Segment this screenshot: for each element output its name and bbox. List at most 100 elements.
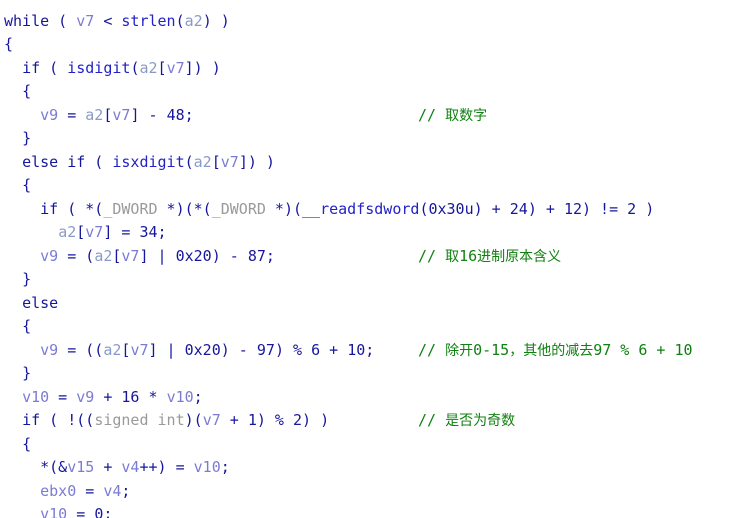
pseudocode-code-area[interactable]: while ( v7 < strlen(a2) ){ if ( isdigit(… xyxy=(0,0,740,518)
code-token-punct: = (( xyxy=(58,340,104,359)
code-line[interactable]: v10 = 0; xyxy=(0,503,740,518)
code-token-num: 10 xyxy=(347,340,366,359)
code-line-text: } xyxy=(4,129,31,147)
code-token-var: v7 xyxy=(202,411,221,429)
code-token-var: ebx0 xyxy=(40,481,77,500)
code-line-text: while ( v7 < strlen(a2) ) xyxy=(4,12,230,30)
code-token-var: v7 xyxy=(130,340,149,359)
code-line[interactable]: else xyxy=(0,292,740,316)
code-token-arg: a2 xyxy=(184,11,203,30)
code-line[interactable]: { xyxy=(0,433,740,457)
code-token-punct: } xyxy=(22,364,32,382)
code-token-num: 2 xyxy=(627,199,637,218)
code-token-num: 0 xyxy=(94,505,104,518)
code-line[interactable]: } xyxy=(0,268,740,292)
code-token-kw: else xyxy=(22,293,59,312)
code-token-punct: } xyxy=(22,270,32,288)
code-line-text: { xyxy=(4,35,13,53)
comment-cjk-run: 取 xyxy=(445,248,460,265)
code-token-op: ) - xyxy=(220,340,257,359)
code-token-arg: a2 xyxy=(85,105,104,124)
code-line-text: v10 = 0; xyxy=(4,505,112,518)
code-line-text: { xyxy=(4,82,31,100)
code-line[interactable]: v10 = v9 + 16 * v10; xyxy=(0,386,740,410)
code-line-text: else if ( isxdigit(a2[v7]) ) xyxy=(4,153,275,171)
code-token-punct: [ xyxy=(76,223,86,241)
comment-cjk-run: 是否为奇数 xyxy=(445,413,516,429)
code-line[interactable]: } xyxy=(0,362,740,386)
code-token-op: + xyxy=(320,340,348,359)
code-comment: // 除开0-15，其他的减去97 % 6 + 10 xyxy=(418,341,693,359)
comment-ascii-run: // xyxy=(418,246,446,265)
code-comment: // 是否为奇数 xyxy=(418,411,515,429)
code-token-kw: if xyxy=(40,199,59,218)
comment-ascii-run: // xyxy=(418,340,446,359)
comment-cjk-run: 取数字 xyxy=(445,107,488,124)
code-token-var: v10 xyxy=(40,505,68,518)
code-line-text: { xyxy=(4,317,31,335)
code-token-num: 0x20 xyxy=(184,340,221,359)
code-token-var: v9 xyxy=(40,105,59,124)
code-token-punct: )( xyxy=(184,411,203,429)
code-line[interactable]: v9 = a2[v7] - 48; // 取数字 xyxy=(0,104,740,128)
code-token-op: = xyxy=(67,505,95,518)
code-token-punct: ( xyxy=(85,152,113,171)
comment-cjk-run: 除开 xyxy=(445,342,474,359)
code-token-punct: { xyxy=(4,35,14,53)
comment-ascii-run: 16 xyxy=(459,246,478,265)
code-line[interactable]: { xyxy=(0,80,740,104)
code-line[interactable]: while ( v7 < strlen(a2) ) xyxy=(0,10,740,34)
code-line-text: v9 = ((a2[v7] | 0x20) - 97) % 6 + 10; xyxy=(4,341,374,359)
code-token-var: v7 xyxy=(220,152,239,171)
code-token-var: v10 xyxy=(193,458,221,476)
code-line[interactable]: ebx0 = v4; xyxy=(0,480,740,504)
code-token-num: 0x20 xyxy=(175,246,212,265)
code-token-var: v9 xyxy=(76,387,95,406)
code-token-op: ) % xyxy=(274,340,312,359)
code-line[interactable]: *(&v15 + v4++) = v10; xyxy=(0,456,740,480)
code-line[interactable]: v9 = (a2[v7] | 0x20) - 87; // 取16进制原本含义 xyxy=(0,245,740,269)
code-line[interactable]: } xyxy=(0,127,740,151)
code-token-arg: a2 xyxy=(94,246,113,265)
code-token-kw: while xyxy=(4,11,50,30)
code-token-punct: } xyxy=(22,129,32,147)
code-line[interactable]: if ( !((signed int)(v7 + 1) % 2) ) // 是否为… xyxy=(0,409,740,433)
comment-ascii-run: // xyxy=(418,105,446,124)
code-comment: // 取数字 xyxy=(418,106,487,124)
code-line-text: { xyxy=(4,176,31,194)
code-line-text: } xyxy=(4,364,31,382)
code-line-text: v10 = v9 + 16 * v10; xyxy=(4,388,203,406)
code-line[interactable]: if ( *(_DWORD *)(*(_DWORD *)(__readfsdwo… xyxy=(0,198,740,222)
code-line-text: ebx0 = v4; xyxy=(4,482,130,500)
code-token-punct: { xyxy=(22,317,32,335)
code-token-op: ) + xyxy=(473,199,510,218)
code-line[interactable]: if ( isdigit(a2[v7]) ) xyxy=(0,57,740,81)
code-line-text: { xyxy=(4,435,31,453)
code-line-text: else xyxy=(4,294,58,312)
code-line-list: while ( v7 < strlen(a2) ){ if ( isdigit(… xyxy=(0,0,740,518)
code-line[interactable]: { xyxy=(0,174,740,198)
code-token-punct: ; xyxy=(157,223,167,241)
code-token-num: 87 xyxy=(247,246,266,265)
code-token-arg: a2 xyxy=(139,58,158,77)
code-token-arg: a2 xyxy=(58,223,77,241)
code-line[interactable]: else if ( isxdigit(a2[v7]) ) xyxy=(0,151,740,175)
code-line[interactable]: { xyxy=(0,33,740,57)
code-token-kw: else if xyxy=(22,152,86,171)
code-line[interactable]: { xyxy=(0,315,740,339)
code-token-punct: ) ) xyxy=(202,11,230,30)
code-line[interactable]: a2[v7] = 34; xyxy=(0,221,740,245)
code-comment: // 取16进制原本含义 xyxy=(418,247,561,265)
code-token-punct: ; xyxy=(121,481,131,500)
code-token-var: v7 xyxy=(112,105,131,124)
code-token-punct: ; xyxy=(184,105,194,124)
code-line[interactable] xyxy=(0,0,740,10)
code-line[interactable]: v9 = ((a2[v7] | 0x20) - 97) % 6 + 10; // … xyxy=(0,339,740,363)
code-token-type: signed int xyxy=(94,411,185,429)
code-token-punct: { xyxy=(22,434,32,453)
code-token-punct: ( xyxy=(40,58,68,77)
comment-cjk-run: 进制原本含义 xyxy=(477,248,562,265)
code-token-func: isdigit xyxy=(67,58,131,77)
code-token-num: 48 xyxy=(166,105,185,124)
code-token-num: 97 xyxy=(256,340,275,359)
